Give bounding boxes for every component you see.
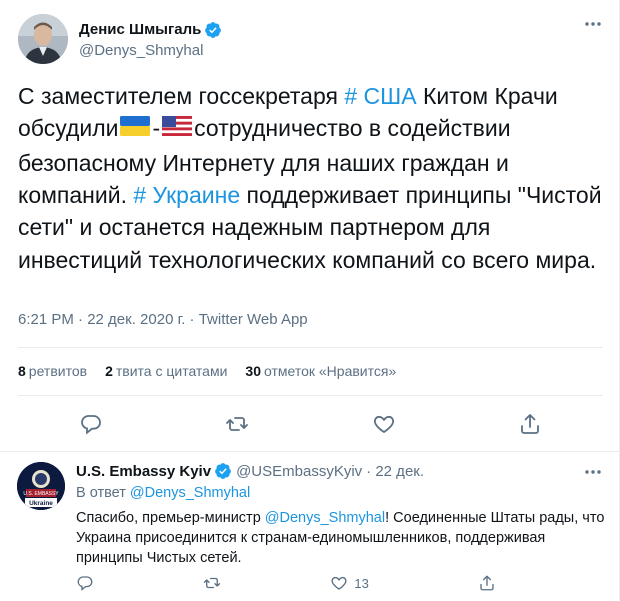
svg-text:U.S. EMBASSY: U.S. EMBASSY — [23, 491, 59, 497]
more-icon[interactable] — [583, 462, 603, 482]
verified-badge-icon — [204, 21, 222, 39]
tweet-text: С заместителем госсекретаря # США Китом … — [18, 80, 606, 276]
reply-icon[interactable] — [78, 411, 104, 437]
reply-share-button[interactable] — [478, 574, 496, 592]
reply-actions: 13 — [76, 572, 496, 594]
reply-avatar[interactable]: U.S. EMBASSY Ukraine — [17, 462, 65, 510]
reply-icon — [77, 576, 93, 591]
tweet-actions — [18, 408, 603, 440]
tweet-author[interactable]: Денис Шмыгаль @Denys_Shmyhal — [18, 14, 222, 64]
hashtag-ukraine-link[interactable]: # Украине — [133, 182, 240, 208]
ukraine-flag-icon — [120, 112, 151, 144]
tweet-timestamp[interactable]: 6:21 PM · 22 дек. 2020 г. · Twitter Web … — [18, 311, 308, 328]
reply-date[interactable]: · 22 дек. — [366, 463, 424, 480]
like-icon — [331, 576, 347, 590]
avatar-caption: Ukraine — [29, 500, 53, 507]
quotes-count: 2 — [105, 363, 113, 379]
tweet-text-part: С заместителем госсекретаря — [18, 83, 345, 109]
retweets-label: ретвитов — [28, 363, 88, 379]
usa-flag-icon — [162, 112, 193, 144]
tweet-stats: 8 ретвитов 2 твита с цитатами 30 отметок «Н… — [18, 363, 414, 379]
more-icon[interactable] — [583, 14, 603, 34]
like-icon[interactable] — [371, 411, 397, 437]
reply-text-part: Спасибо, премьер-министр — [76, 510, 265, 526]
author-name[interactable]: Денис Шмыгаль — [79, 21, 201, 38]
likes-label: отметок «Нравится» — [264, 363, 397, 379]
likes-count: 30 — [245, 363, 261, 379]
reply-header: U.S. Embassy Kyiv @USEmbassyKyiv · 22 де… — [76, 462, 424, 480]
reply-tweet[interactable]: U.S. EMBASSY Ukraine U.S. Embassy Kyiv @… — [0, 451, 619, 601]
reply-likes-count: 13 — [354, 575, 369, 591]
retweet-icon[interactable] — [224, 411, 250, 437]
reply-like-button[interactable]: 13 — [330, 574, 369, 592]
retweets-count: 8 — [18, 363, 26, 379]
reply-author-name[interactable]: U.S. Embassy Kyiv — [76, 463, 211, 480]
reply-text: Спасибо, премьер-министр @Denys_Shmyhal!… — [76, 508, 606, 568]
reply-mention-link[interactable]: @Denys_Shmyhal — [265, 510, 385, 526]
reply-author-handle[interactable]: @USEmbassyKyiv — [236, 463, 362, 480]
in-reply-prefix: В ответ — [76, 485, 130, 501]
divider — [18, 347, 603, 348]
likes-stat[interactable]: 30 отметок «Нравится» — [245, 363, 396, 379]
quotes-stat[interactable]: 2 твита с цитатами — [105, 363, 227, 379]
hashtag-usa-link[interactable]: # США — [344, 83, 416, 109]
retweets-stat[interactable]: 8 ретвитов — [18, 363, 87, 379]
reply-retweet-button[interactable] — [203, 574, 221, 592]
verified-badge-icon — [214, 462, 232, 480]
divider — [18, 395, 603, 396]
in-reply-handle-link[interactable]: @Denys_Shmyhal — [130, 485, 250, 501]
tweet-detail-frame: Денис Шмыгаль @Denys_Shmyhal С заместите… — [0, 0, 620, 600]
author-handle[interactable]: @Denys_Shmyhal — [79, 42, 222, 59]
reply-reply-button[interactable] — [76, 574, 94, 592]
in-reply-to: В ответ @Denys_Shmyhal — [76, 485, 250, 501]
quotes-label: твита с цитатами — [115, 363, 228, 379]
flag-separator: - — [152, 115, 161, 142]
author-avatar[interactable] — [18, 14, 68, 64]
share-icon — [480, 575, 494, 591]
share-icon[interactable] — [517, 411, 543, 437]
retweet-icon — [203, 577, 221, 589]
